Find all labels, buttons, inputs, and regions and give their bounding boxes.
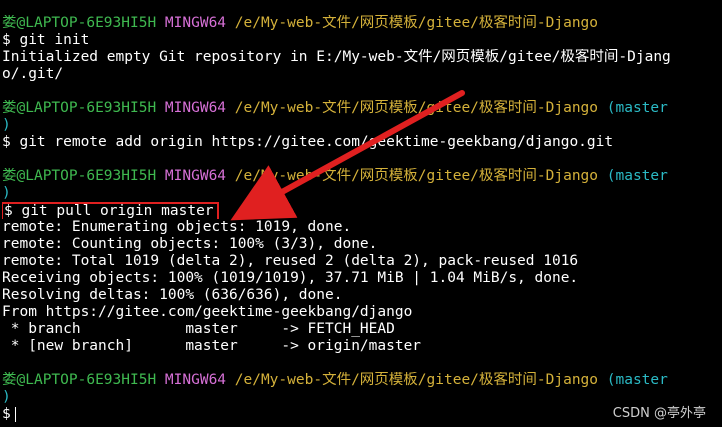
output-line: remote: Enumerating objects: 1019, done.	[2, 219, 352, 235]
command-line: $ git remote add origin https://gitee.co…	[2, 134, 722, 151]
current-path: /e/My-web-文件/网页模板/gitee/极客时间-Django	[234, 100, 599, 116]
watermark: CSDN @亭外亭	[612, 406, 706, 421]
git-branch-close: )	[2, 185, 11, 201]
command-line: $ git init	[2, 32, 722, 49]
git-branch: (master	[606, 100, 668, 116]
shell-name: MINGW64	[164, 372, 227, 388]
command-text: git init	[19, 32, 90, 48]
current-path: /e/My-web-文件/网页模板/gitee/极客时间-Django	[234, 372, 599, 388]
shell-name: MINGW64	[164, 100, 227, 116]
current-path: /e/My-web-文件/网页模板/gitee/极客时间-Django	[234, 168, 599, 184]
output-line: Receiving objects: 100% (1019/1019), 37.…	[2, 270, 579, 286]
output-line: From https://gitee.com/geektime-geekbang…	[2, 304, 413, 320]
git-branch: (master	[606, 372, 668, 388]
prompt-line: 娄@LAPTOP-6E93HI5H MINGW64 /e/My-web-文件/网…	[2, 168, 722, 185]
command-line: $ git pull origin master	[2, 202, 722, 219]
output-line: * [new branch] master -> origin/master	[2, 338, 422, 354]
shell-name: MINGW64	[164, 15, 227, 31]
user-host: 娄@LAPTOP-6E93HI5H	[2, 100, 157, 116]
prompt-line: 娄@LAPTOP-6E93HI5H MINGW64 /e/My-web-文件/网…	[2, 100, 722, 117]
prompt-line: 娄@LAPTOP-6E93HI5H MINGW64 /e/My-web-文件/网…	[2, 15, 722, 32]
output-line: remote: Counting objects: 100% (3/3), do…	[2, 236, 378, 252]
prompt-line: 娄@LAPTOP-6E93HI5H MINGW64 /e/My-web-文件/网…	[2, 372, 722, 389]
output-line: o/.git/	[2, 66, 64, 82]
prompt-symbol: $	[2, 406, 11, 422]
user-host: 娄@LAPTOP-6E93HI5H	[2, 372, 157, 388]
highlighted-command: $ git pull origin master	[2, 202, 219, 219]
terminal-window[interactable]: 娄@LAPTOP-6E93HI5H MINGW64 /e/My-web-文件/网…	[2, 15, 722, 423]
prompt-symbol: $	[4, 203, 13, 219]
shell-name: MINGW64	[164, 168, 227, 184]
current-path: /e/My-web-文件/网页模板/gitee/极客时间-Django	[234, 15, 599, 31]
user-host: 娄@LAPTOP-6E93HI5H	[2, 15, 157, 31]
command-text: git remote add origin https://gitee.com/…	[19, 134, 614, 150]
prompt-symbol: $	[2, 32, 11, 48]
git-branch-close: )	[2, 117, 11, 133]
output-line: * branch master -> FETCH_HEAD	[2, 321, 395, 337]
output-line: Resolving deltas: 100% (636/636), done.	[2, 287, 343, 303]
git-branch: (master	[606, 168, 668, 184]
output-line: Initialized empty Git repository in E:/M…	[2, 49, 671, 65]
prompt-symbol: $	[2, 134, 11, 150]
user-host: 娄@LAPTOP-6E93HI5H	[2, 168, 157, 184]
text-cursor	[14, 406, 16, 422]
output-line: remote: Total 1019 (delta 2), reused 2 (…	[2, 253, 579, 269]
command-text: git pull origin master	[21, 203, 214, 219]
